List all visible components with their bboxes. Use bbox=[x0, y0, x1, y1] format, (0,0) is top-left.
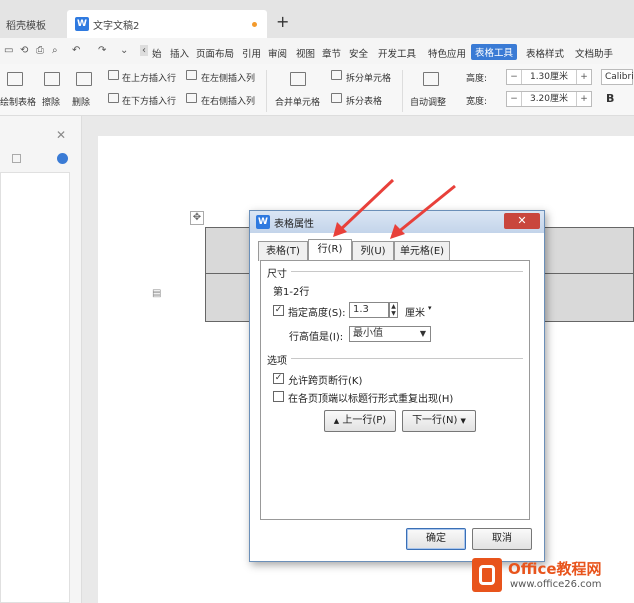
logo-url: www.office26.com bbox=[510, 579, 602, 590]
arrow-to-row-tab bbox=[336, 178, 395, 234]
office-logo-icon bbox=[472, 558, 502, 592]
office26-watermark-logo: Office教程网 www.office26.com bbox=[470, 552, 630, 598]
arrow-to-column-tab-head bbox=[390, 224, 405, 239]
annotation-arrows bbox=[333, 178, 456, 239]
logo-title: Office教程网 bbox=[508, 560, 602, 578]
arrow-to-column-tab bbox=[396, 184, 456, 235]
